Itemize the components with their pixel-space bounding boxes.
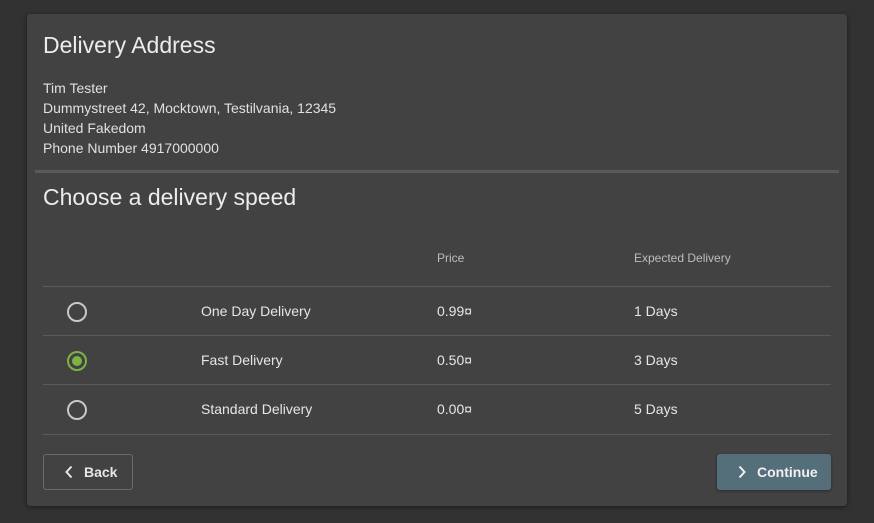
delivery-option-name: Fast Delivery (201, 352, 283, 368)
delivery-option-name: One Day Delivery (201, 303, 311, 319)
continue-button-label: Continue (757, 464, 818, 480)
delivery-speed-title: Choose a delivery speed (43, 184, 297, 210)
chevron-left-icon (65, 465, 73, 479)
chevron-right-icon (738, 465, 746, 479)
section-divider (35, 170, 839, 173)
address-name: Tim Tester (43, 80, 108, 96)
delivery-option-eta: 5 Days (634, 401, 678, 417)
back-button[interactable]: Back (43, 454, 133, 490)
delivery-option-row[interactable]: Standard Delivery 0.00¤ 5 Days (43, 384, 831, 435)
continue-button[interactable]: Continue (717, 454, 831, 490)
address-country: United Fakedom (43, 120, 146, 136)
column-header-price: Price (437, 251, 465, 265)
delivery-option-eta: 3 Days (634, 352, 678, 368)
delivery-option-eta: 1 Days (634, 303, 678, 319)
delivery-option-price: 0.00¤ (437, 401, 473, 417)
delivery-option-radio[interactable] (67, 302, 87, 322)
address-street: Dummystreet 42, Mocktown, Testilvania, 1… (43, 100, 337, 116)
address-phone: Phone Number 4917000000 (43, 140, 219, 156)
delivery-option-row[interactable]: One Day Delivery 0.99¤ 1 Days (43, 286, 831, 336)
delivery-address-title: Delivery Address (43, 32, 216, 58)
delivery-option-radio[interactable] (67, 400, 87, 420)
delivery-option-radio[interactable] (67, 351, 87, 371)
delivery-option-price: 0.50¤ (437, 352, 473, 368)
delivery-card: Delivery Address Tim Tester Dummystreet … (27, 14, 847, 506)
delivery-option-price: 0.99¤ (437, 303, 473, 319)
delivery-option-row[interactable]: Fast Delivery 0.50¤ 3 Days (43, 335, 831, 385)
back-button-label: Back (84, 464, 118, 480)
column-header-expected-delivery: Expected Delivery (634, 251, 731, 265)
delivery-option-name: Standard Delivery (201, 401, 313, 417)
